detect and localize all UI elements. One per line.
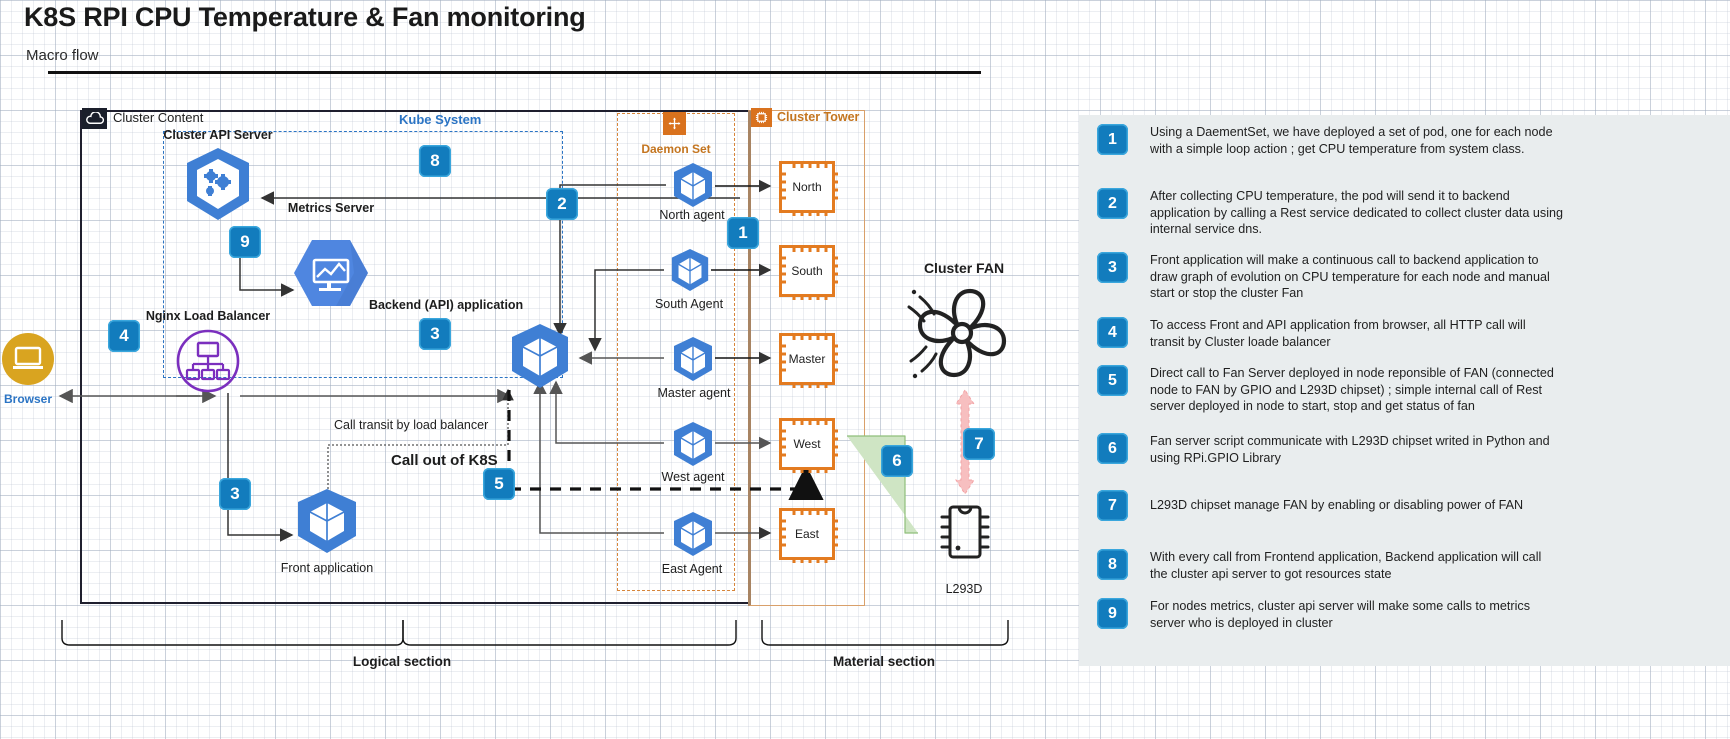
cluster-fan-label: Cluster FAN xyxy=(923,260,1005,276)
metrics-server-icon xyxy=(292,238,370,313)
step-badge-3-backend[interactable]: 3 xyxy=(419,318,451,350)
page-subtitle: Macro flow xyxy=(26,47,99,64)
front-application-label: Front application xyxy=(280,561,374,575)
step-badge-4[interactable]: 4 xyxy=(108,320,140,352)
step-badge-7[interactable]: 7 xyxy=(963,428,995,460)
agent-label-north: North agent xyxy=(659,208,725,222)
kube-system-label: Kube System xyxy=(399,112,482,127)
legend-item-6: 6 Fan server script communicate with L29… xyxy=(1097,433,1556,466)
step-badge-6[interactable]: 6 xyxy=(881,445,913,477)
legend-item-2: 2 After collecting CPU temperature, the … xyxy=(1097,188,1570,238)
tower-node-west: West xyxy=(779,418,838,473)
kubernetes-api-server-icon xyxy=(180,146,256,233)
metrics-server-label: Metrics Server xyxy=(287,201,375,215)
tower-node-south: South xyxy=(779,245,838,300)
kubernetes-pod-icon-front xyxy=(292,487,362,560)
legend-text: Front application will make a continuous… xyxy=(1150,253,1550,300)
agent-label-master: Master agent xyxy=(657,386,731,400)
kubernetes-pod-icon-east-agent xyxy=(670,511,716,562)
legend-text: With every call from Frontend applicatio… xyxy=(1150,550,1542,581)
kubernetes-pod-icon-backend xyxy=(506,322,574,395)
chipset-icon xyxy=(751,108,772,127)
load-balancer-icon xyxy=(176,329,240,398)
legend-panel: 1 Using a DaementSet, we have deployed a… xyxy=(1079,115,1730,666)
call-transit-annotation: Call transit by load balancer xyxy=(334,418,489,432)
legend-text: Using a DaementSet, we have deployed a s… xyxy=(1150,125,1553,156)
tower-node-master: Master xyxy=(779,333,838,388)
agent-label-west: West agent xyxy=(661,470,725,484)
cloud-icon xyxy=(82,108,107,129)
legend-item-8: 8 With every call from Frontend applicat… xyxy=(1097,549,1550,582)
kubernetes-pod-icon-south-agent xyxy=(668,248,712,297)
legend-text: To access Front and API application from… xyxy=(1150,318,1526,349)
l293d-label: L293D xyxy=(945,582,983,596)
cluster-tower-label: Cluster Tower xyxy=(777,110,860,124)
l293d-chipset-icon xyxy=(938,501,992,568)
kubernetes-pod-icon-west-agent xyxy=(670,421,716,472)
step-badge-3-front[interactable]: 3 xyxy=(219,478,251,510)
legend-text: For nodes metrics, cluster api server wi… xyxy=(1150,599,1531,630)
browser-icon xyxy=(2,333,54,385)
legend-item-3: 3 Front application will make a continuo… xyxy=(1097,252,1562,302)
legend-badge: 5 xyxy=(1097,365,1128,396)
step-badge-9[interactable]: 9 xyxy=(229,226,261,258)
legend-item-7: 7 L293D chipset manage FAN by enabling o… xyxy=(1097,490,1523,521)
browser-label: Browser xyxy=(3,392,53,406)
tower-node-north: North xyxy=(779,161,838,216)
legend-badge: 9 xyxy=(1097,598,1128,629)
legend-text: L293D chipset manage FAN by enabling or … xyxy=(1150,498,1524,512)
legend-text: Direct call to Fan Server deployed in no… xyxy=(1150,366,1554,413)
material-section-label: Material section xyxy=(832,654,936,669)
fan-icon xyxy=(900,283,1024,388)
call-out-of-k8s-annotation: Call out of K8S xyxy=(391,452,498,469)
step-badge-1[interactable]: 1 xyxy=(727,217,759,249)
tower-node-east: East xyxy=(779,508,838,563)
backend-api-application-label: Backend (API) application xyxy=(369,298,524,312)
legend-badge: 6 xyxy=(1097,433,1128,464)
legend-badge: 3 xyxy=(1097,252,1128,283)
agent-label-south: South Agent xyxy=(654,297,724,311)
legend-item-4: 4 To access Front and API application fr… xyxy=(1097,317,1550,350)
page-title: K8S RPI CPU Temperature & Fan monitoring xyxy=(24,2,586,32)
agent-label-east: East Agent xyxy=(661,562,723,576)
legend-badge: 8 xyxy=(1097,549,1128,580)
daemonset-icon xyxy=(663,112,686,135)
legend-item-1: 1 Using a DaementSet, we have deployed a… xyxy=(1097,124,1570,157)
logical-section-label: Logical section xyxy=(352,654,452,669)
step-badge-8[interactable]: 8 xyxy=(419,145,451,177)
cluster-api-server-label: Cluster API Server xyxy=(163,128,273,142)
nginx-load-balancer-label: Nginx Load Balancer xyxy=(145,309,271,323)
legend-text: Fan server script communicate with L293D… xyxy=(1150,434,1550,465)
step-badge-5[interactable]: 5 xyxy=(483,468,515,500)
cluster-content-label: Cluster Content xyxy=(113,110,204,125)
step-badge-2[interactable]: 2 xyxy=(546,188,578,220)
legend-text: After collecting CPU temperature, the po… xyxy=(1150,189,1564,236)
legend-item-9: 9 For nodes metrics, cluster api server … xyxy=(1097,598,1550,631)
legend-badge: 7 xyxy=(1097,490,1128,521)
daemonset-label: Daemon Set xyxy=(641,142,711,156)
header-divider xyxy=(48,71,981,74)
legend-badge: 4 xyxy=(1097,317,1128,348)
legend-item-5: 5 Direct call to Fan Server deployed in … xyxy=(1097,365,1562,415)
kubernetes-pod-icon-master-agent xyxy=(670,336,716,387)
kubernetes-pod-icon-north-agent xyxy=(670,162,716,213)
legend-badge: 2 xyxy=(1097,188,1128,219)
legend-badge: 1 xyxy=(1097,124,1128,155)
